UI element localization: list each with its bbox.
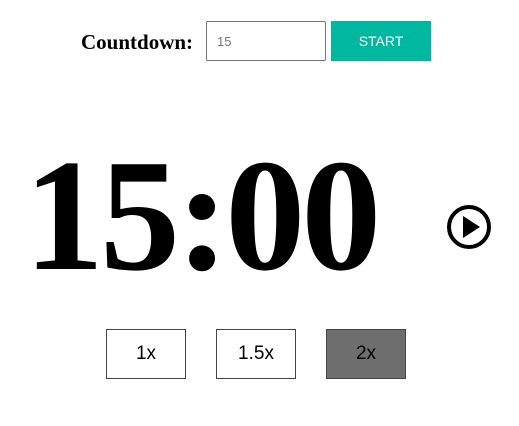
start-button[interactable]: START	[331, 21, 431, 61]
speed-1-5x-button[interactable]: 1.5x	[216, 329, 296, 379]
speed-1x-button[interactable]: 1x	[106, 329, 186, 379]
play-circle-icon[interactable]	[446, 204, 492, 250]
countdown-form: Countdown: START	[0, 21, 519, 61]
countdown-label: Countdown:	[81, 30, 194, 54]
time-display: 15:00	[24, 126, 381, 304]
countdown-minutes-input[interactable]	[206, 21, 326, 61]
speed-2x-button[interactable]: 2x	[326, 329, 406, 379]
